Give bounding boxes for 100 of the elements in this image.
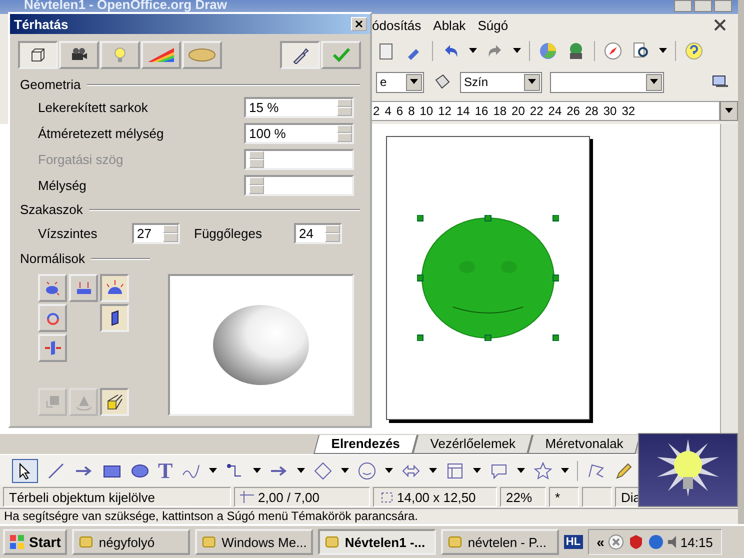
status-cell bbox=[582, 487, 612, 507]
caret-icon bbox=[469, 48, 477, 54]
double-sided-icon bbox=[44, 339, 62, 357]
maximize-button[interactable] bbox=[694, 0, 712, 12]
tray-expand-button[interactable]: « bbox=[596, 534, 604, 550]
dialog-tab[interactable] bbox=[18, 41, 58, 69]
smiley-icon[interactable] bbox=[356, 460, 377, 480]
vertical-scrollbar[interactable] bbox=[720, 124, 738, 434]
flat-normals-icon bbox=[74, 279, 92, 297]
ruler-number: 16 bbox=[474, 104, 488, 118]
close-icon bbox=[355, 20, 363, 28]
check-icon bbox=[332, 46, 350, 64]
sheet-tab[interactable]: Elrendezés bbox=[313, 435, 418, 454]
ruler-number: 22 bbox=[530, 104, 544, 118]
app-icon bbox=[324, 534, 340, 550]
pie-chart-icon[interactable] bbox=[538, 41, 558, 61]
perspective-cube-icon bbox=[106, 393, 124, 411]
start-button[interactable]: Start bbox=[3, 529, 67, 555]
menu-item[interactable]: Ablak bbox=[433, 18, 466, 32]
caret-icon bbox=[472, 468, 481, 474]
app-icon bbox=[78, 534, 94, 550]
normals-button[interactable] bbox=[100, 304, 129, 332]
smiley-drawing[interactable] bbox=[417, 215, 559, 341]
language-indicator[interactable]: HL bbox=[564, 535, 583, 549]
position-icon bbox=[240, 491, 254, 503]
line-style-dropdown[interactable]: e bbox=[376, 72, 424, 92]
section-title: Szakaszok bbox=[20, 202, 83, 217]
modified-indicator: * bbox=[549, 487, 579, 507]
minimize-button[interactable] bbox=[674, 0, 692, 12]
field-label: Függőleges bbox=[194, 226, 263, 240]
caret-icon bbox=[650, 79, 658, 85]
compass-icon[interactable] bbox=[603, 41, 623, 61]
ruler-number: 10 bbox=[420, 104, 434, 118]
spin-field[interactable]: 24 bbox=[294, 222, 342, 244]
dialog-tab[interactable] bbox=[59, 41, 99, 69]
field-label: Forgatási szög bbox=[38, 152, 124, 166]
size-text: 14,00 x 12,50 bbox=[397, 490, 476, 504]
line-icon[interactable] bbox=[46, 460, 66, 480]
caret-icon bbox=[296, 468, 305, 474]
app-icon bbox=[446, 534, 463, 550]
taskbar-button[interactable]: Windows Me... bbox=[194, 529, 313, 555]
assign-button[interactable] bbox=[280, 41, 320, 69]
caret-icon bbox=[208, 468, 217, 474]
caret-icon bbox=[516, 468, 525, 474]
star-icon[interactable] bbox=[532, 460, 553, 480]
scroll-up-button[interactable] bbox=[720, 101, 738, 121]
area-style-dropdown[interactable]: Szín bbox=[460, 72, 542, 92]
section-title: Geometria bbox=[20, 77, 81, 92]
spin-field[interactable]: 15 % bbox=[244, 96, 354, 118]
caret-icon bbox=[725, 108, 733, 114]
caret-icon bbox=[659, 48, 667, 54]
ruler-number: 8 bbox=[408, 104, 415, 118]
action-button[interactable] bbox=[100, 388, 129, 416]
caret-icon bbox=[384, 468, 393, 474]
sheet-tab[interactable]: Vezérlőelemek bbox=[412, 435, 532, 454]
app-icon bbox=[200, 534, 217, 550]
ruler-number: 24 bbox=[548, 104, 562, 118]
field-label: Vízszintes bbox=[38, 226, 98, 240]
status-message: Térbeli objektum kijelölve bbox=[3, 487, 231, 507]
field-label: Átméretezett mélység bbox=[38, 126, 165, 140]
speaker-icon bbox=[668, 536, 676, 548]
taskbar-button[interactable]: névtelen - P... bbox=[440, 529, 559, 555]
position-text: 2,00 / 7,00 bbox=[258, 490, 320, 504]
ruler-number: 2 bbox=[373, 104, 380, 118]
soap-bar-icon bbox=[187, 46, 217, 64]
spin-field[interactable] bbox=[244, 174, 354, 196]
object-normals-icon bbox=[44, 279, 62, 297]
text-tool[interactable]: T bbox=[158, 460, 173, 482]
zoom-level: 22% bbox=[500, 487, 546, 507]
caret-icon bbox=[560, 468, 569, 474]
caret-icon bbox=[340, 468, 349, 474]
field-label: Mélység bbox=[38, 178, 88, 192]
flowchart-icon[interactable] bbox=[444, 460, 465, 480]
help-agent[interactable] bbox=[638, 433, 738, 507]
menu-item[interactable]: ódosítás bbox=[372, 18, 422, 32]
clock: 14:15 bbox=[680, 534, 713, 550]
help-icon[interactable] bbox=[684, 41, 704, 61]
rainbow-icon bbox=[146, 46, 176, 64]
spin-field[interactable]: 27 bbox=[132, 222, 180, 244]
ruler-number: 32 bbox=[622, 104, 636, 118]
taskbar-button[interactable]: Névtelen1 -... bbox=[318, 529, 436, 555]
dialog-title: Térhatás bbox=[10, 14, 370, 34]
sheet-tab[interactable]: Méretvonalak bbox=[527, 435, 641, 454]
spin-field[interactable] bbox=[244, 148, 354, 170]
ruler-number: 26 bbox=[566, 104, 580, 118]
menu-item[interactable]: Súgó bbox=[478, 18, 508, 32]
spin-field[interactable]: 100 % bbox=[244, 122, 354, 144]
caret-icon bbox=[428, 468, 437, 474]
network-icon bbox=[608, 534, 624, 550]
field-label: Lekerekített sarkok bbox=[38, 100, 149, 114]
caret-icon bbox=[513, 48, 521, 54]
ruler-number: 12 bbox=[438, 104, 452, 118]
ruler-number: 28 bbox=[584, 104, 598, 118]
pencil-icon[interactable] bbox=[614, 460, 634, 480]
shield-icon bbox=[628, 534, 644, 550]
windows-flag-icon bbox=[9, 534, 25, 550]
select-tool[interactable] bbox=[12, 458, 38, 482]
diamond-icon[interactable] bbox=[312, 460, 333, 480]
taskbar-button[interactable]: négyfolyó bbox=[72, 529, 190, 555]
area-fill-dropdown[interactable] bbox=[550, 72, 664, 92]
